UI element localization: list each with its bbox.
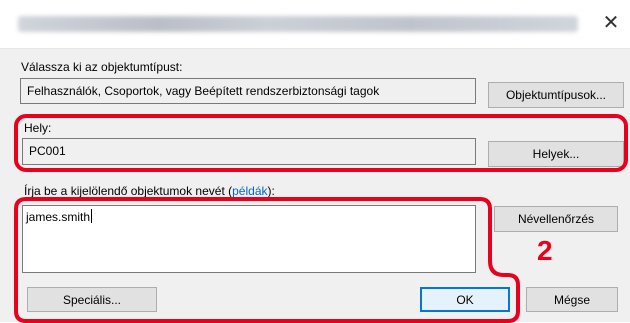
annotation-names-box xyxy=(14,197,522,323)
dialog-client-area: Válassza ki az objektumtípust: Felhaszná… xyxy=(0,49,630,323)
annotation-step-number: 2 xyxy=(537,235,553,266)
object-names-label-suffix: ): xyxy=(267,184,275,198)
object-type-label: Válassza ki az objektumtípust: xyxy=(21,60,183,74)
examples-link[interactable]: példák xyxy=(232,184,267,198)
object-names-label-prefix: Írja be a kijelölendő objektumok nevét ( xyxy=(24,184,233,198)
close-icon[interactable]: ✕ xyxy=(600,12,622,34)
annotation-names-outline xyxy=(14,197,520,323)
object-type-field: Felhasználók, Csoportok, vagy Beépített … xyxy=(20,78,476,104)
object-names-label: Írja be a kijelölendő objektumok nevét (… xyxy=(24,184,275,198)
dialog-title-bar: ✕ xyxy=(0,0,630,48)
dialog-title-blurred xyxy=(18,16,578,32)
object-types-button[interactable]: Objektumtípusok... xyxy=(488,82,624,108)
annotation-location-box xyxy=(14,114,628,172)
cancel-button[interactable]: Mégse xyxy=(526,287,618,312)
